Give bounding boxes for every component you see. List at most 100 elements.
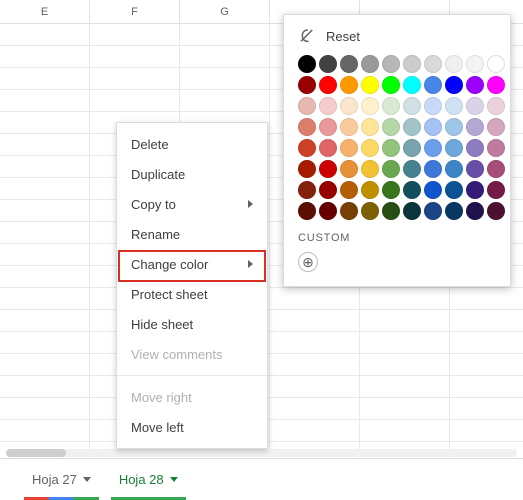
cell[interactable] bbox=[0, 398, 90, 419]
color-swatch[interactable] bbox=[298, 202, 316, 220]
color-swatch[interactable] bbox=[466, 181, 484, 199]
color-swatch[interactable] bbox=[424, 181, 442, 199]
color-swatch[interactable] bbox=[382, 160, 400, 178]
color-swatch[interactable] bbox=[298, 118, 316, 136]
color-swatch[interactable] bbox=[340, 55, 358, 73]
menu-item-rename[interactable]: Rename bbox=[117, 219, 267, 249]
color-swatch[interactable] bbox=[487, 97, 505, 115]
color-swatch[interactable] bbox=[487, 55, 505, 73]
cell[interactable] bbox=[450, 420, 523, 441]
cell[interactable] bbox=[450, 310, 523, 331]
color-swatch[interactable] bbox=[403, 202, 421, 220]
color-swatch[interactable] bbox=[382, 55, 400, 73]
cell[interactable] bbox=[0, 244, 90, 265]
color-swatch[interactable] bbox=[361, 181, 379, 199]
color-swatch[interactable] bbox=[445, 118, 463, 136]
color-swatch[interactable] bbox=[340, 76, 358, 94]
color-swatch[interactable] bbox=[319, 55, 337, 73]
color-swatch[interactable] bbox=[403, 160, 421, 178]
color-swatch[interactable] bbox=[361, 118, 379, 136]
color-swatch[interactable] bbox=[424, 160, 442, 178]
color-swatch[interactable] bbox=[403, 55, 421, 73]
cell[interactable] bbox=[0, 420, 90, 441]
cell[interactable] bbox=[0, 24, 90, 45]
color-swatch[interactable] bbox=[361, 55, 379, 73]
color-swatch[interactable] bbox=[403, 118, 421, 136]
color-swatch[interactable] bbox=[382, 181, 400, 199]
add-custom-color-button[interactable]: ⊕ bbox=[298, 252, 318, 272]
cell[interactable] bbox=[180, 90, 270, 111]
cell[interactable] bbox=[270, 376, 360, 397]
color-swatch[interactable] bbox=[382, 97, 400, 115]
color-swatch[interactable] bbox=[298, 55, 316, 73]
color-swatch[interactable] bbox=[445, 55, 463, 73]
color-swatch[interactable] bbox=[403, 76, 421, 94]
color-swatch[interactable] bbox=[466, 55, 484, 73]
cell[interactable] bbox=[0, 68, 90, 89]
cell[interactable] bbox=[180, 24, 270, 45]
column-header[interactable]: F bbox=[90, 0, 180, 23]
color-swatch[interactable] bbox=[298, 181, 316, 199]
cell[interactable] bbox=[0, 266, 90, 287]
color-swatch[interactable] bbox=[424, 97, 442, 115]
color-swatch[interactable] bbox=[424, 139, 442, 157]
column-header[interactable]: G bbox=[180, 0, 270, 23]
menu-item-change-color[interactable]: Change color bbox=[117, 249, 267, 279]
color-swatch[interactable] bbox=[340, 139, 358, 157]
cell[interactable] bbox=[0, 156, 90, 177]
color-swatch[interactable] bbox=[424, 118, 442, 136]
color-swatch[interactable] bbox=[466, 139, 484, 157]
cell[interactable] bbox=[180, 68, 270, 89]
color-swatch[interactable] bbox=[466, 97, 484, 115]
color-swatch[interactable] bbox=[487, 160, 505, 178]
color-swatch[interactable] bbox=[445, 202, 463, 220]
cell[interactable] bbox=[360, 398, 450, 419]
cell[interactable] bbox=[360, 420, 450, 441]
cell[interactable] bbox=[0, 288, 90, 309]
color-swatch[interactable] bbox=[403, 97, 421, 115]
cell[interactable] bbox=[270, 354, 360, 375]
horizontal-scrollbar[interactable] bbox=[6, 449, 517, 457]
cell[interactable] bbox=[0, 134, 90, 155]
color-swatch[interactable] bbox=[445, 97, 463, 115]
color-swatch[interactable] bbox=[466, 76, 484, 94]
cell[interactable] bbox=[270, 310, 360, 331]
color-swatch[interactable] bbox=[319, 97, 337, 115]
color-swatch[interactable] bbox=[487, 76, 505, 94]
sheet-tab-hoja27[interactable]: Hoja 27 bbox=[18, 462, 105, 498]
cell[interactable] bbox=[180, 46, 270, 67]
cell[interactable] bbox=[450, 354, 523, 375]
cell[interactable] bbox=[90, 68, 180, 89]
color-swatch[interactable] bbox=[298, 139, 316, 157]
color-swatch[interactable] bbox=[382, 76, 400, 94]
reset-color-button[interactable]: Reset bbox=[298, 27, 496, 45]
cell[interactable] bbox=[0, 112, 90, 133]
color-swatch[interactable] bbox=[340, 97, 358, 115]
color-swatch[interactable] bbox=[319, 202, 337, 220]
cell[interactable] bbox=[0, 376, 90, 397]
menu-item-delete[interactable]: Delete bbox=[117, 129, 267, 159]
cell[interactable] bbox=[90, 46, 180, 67]
cell[interactable] bbox=[450, 398, 523, 419]
cell[interactable] bbox=[360, 332, 450, 353]
menu-item-copy-to[interactable]: Copy to bbox=[117, 189, 267, 219]
cell[interactable] bbox=[450, 288, 523, 309]
chevron-down-icon[interactable] bbox=[83, 477, 91, 482]
color-swatch[interactable] bbox=[340, 160, 358, 178]
color-swatch[interactable] bbox=[487, 118, 505, 136]
cell[interactable] bbox=[360, 376, 450, 397]
color-swatch[interactable] bbox=[424, 55, 442, 73]
color-swatch[interactable] bbox=[298, 76, 316, 94]
color-swatch[interactable] bbox=[340, 181, 358, 199]
cell[interactable] bbox=[360, 310, 450, 331]
color-swatch[interactable] bbox=[445, 139, 463, 157]
color-swatch[interactable] bbox=[403, 181, 421, 199]
cell[interactable] bbox=[0, 178, 90, 199]
menu-item-move-left[interactable]: Move left bbox=[117, 412, 267, 442]
color-swatch[interactable] bbox=[361, 202, 379, 220]
cell[interactable] bbox=[270, 332, 360, 353]
column-header[interactable]: E bbox=[0, 0, 90, 23]
color-swatch[interactable] bbox=[466, 160, 484, 178]
cell[interactable] bbox=[270, 398, 360, 419]
cell[interactable] bbox=[0, 200, 90, 221]
